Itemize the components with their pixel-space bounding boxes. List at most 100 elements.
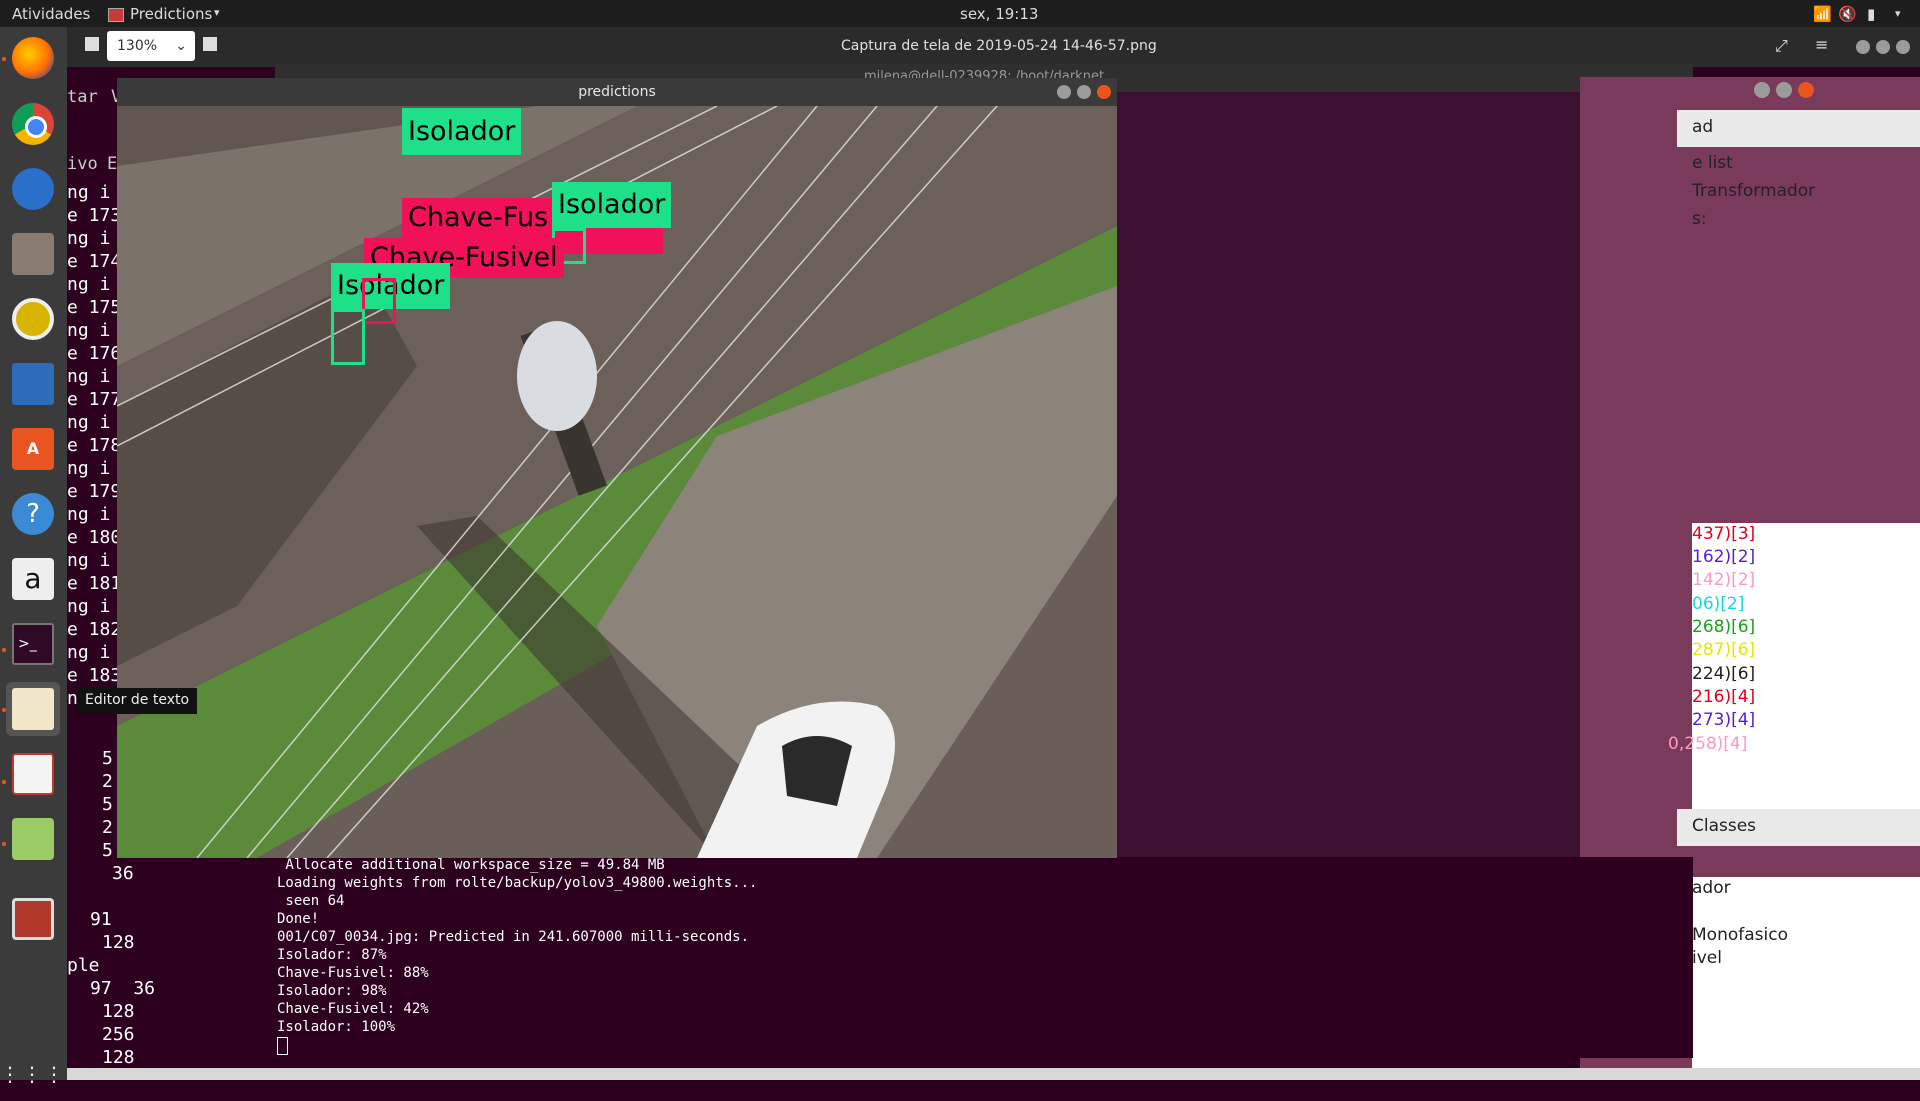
detection-box <box>362 278 396 324</box>
terminal-line: e 175 <box>67 297 122 318</box>
terminal-number: 97 36 <box>90 978 156 999</box>
terminal-line: ng i <box>67 550 111 571</box>
firefox-icon[interactable] <box>6 31 60 85</box>
maximize-button[interactable] <box>1876 40 1890 54</box>
chevron-down-icon[interactable]: ▾ <box>1895 7 1901 20</box>
terminal-number: 2 <box>102 771 113 792</box>
list-item[interactable]: 06)[2] <box>1692 594 1744 614</box>
app-menu[interactable]: Predictions <box>130 5 212 23</box>
list-item[interactable]: 224)[6] <box>1692 664 1755 684</box>
terminal-line: Isolador: 87% <box>277 947 387 963</box>
list-item[interactable]: 216)[4] <box>1692 687 1755 707</box>
detection-box <box>331 309 365 365</box>
close-button[interactable] <box>1097 85 1111 99</box>
terminal-line: Done! <box>277 911 320 927</box>
class-item[interactable]: ador <box>1692 878 1731 898</box>
panel-header <box>1677 110 1920 147</box>
wifi-icon[interactable]: 📶 <box>1813 5 1832 23</box>
chevron-down-icon: ⌄ <box>175 38 187 54</box>
terminal-line: ng i <box>67 412 111 433</box>
terminal-number: 256 <box>102 1024 135 1045</box>
terminal-line: ng i <box>67 228 111 249</box>
terminal-line: Allocate additional workspace_size = 49.… <box>277 857 665 873</box>
rhythmbox-icon[interactable] <box>6 292 60 346</box>
list-item[interactable]: 437)[3] <box>1692 524 1755 544</box>
prediction-image: Isolador Chave-Fus Isolador Chave-Fusive… <box>117 106 1117 858</box>
amazon-icon[interactable]: a <box>6 552 60 606</box>
panel-text: s: <box>1692 209 1707 229</box>
app-icon <box>108 8 124 22</box>
menu-partial: tar <box>67 87 98 107</box>
zoom-out-button[interactable] <box>85 37 99 51</box>
terminal-line: 001/C07_0034.jpg: Predicted in 241.60700… <box>277 929 750 945</box>
terminal-line: ng i <box>67 596 111 617</box>
list-item[interactable]: 287)[6] <box>1692 640 1755 660</box>
maximize-button[interactable] <box>1776 82 1792 98</box>
terminal-line: e 181 <box>67 573 122 594</box>
zoom-select[interactable]: 130% ⌄ <box>107 31 195 61</box>
thunderbird-icon[interactable] <box>6 162 60 216</box>
image-viewer-icon[interactable] <box>6 812 60 866</box>
chrome-icon[interactable] <box>6 97 60 151</box>
removable-icon[interactable] <box>6 892 60 946</box>
class-item[interactable]: Monofasico <box>1692 925 1788 945</box>
terminal-number: 2 <box>102 817 113 838</box>
image-viewer-header: 130% ⌄ Captura de tela de 2019-05-24 14-… <box>67 27 1920 67</box>
list-item[interactable]: 142)[2] <box>1692 570 1755 590</box>
maximize-button[interactable] <box>1077 85 1091 99</box>
minimize-button[interactable] <box>1057 85 1071 99</box>
terminal-line: ng i <box>67 458 111 479</box>
predictions-window: predictions Isolador Chave-Fus Isolador … <box>117 78 1117 858</box>
terminal-line: e 174 <box>67 251 122 272</box>
terminal-line: e 177 <box>67 389 122 410</box>
terminal-line: e 182 <box>67 619 122 640</box>
clock[interactable]: sex, 19:13 <box>960 5 1038 23</box>
terminal-line: e 176 <box>67 343 122 364</box>
terminal-line: ng i <box>67 504 111 525</box>
text-editor-icon[interactable] <box>6 682 60 736</box>
fullscreen-icon[interactable]: ⤢ <box>1775 36 1788 56</box>
terminal-line: ng i <box>67 366 111 387</box>
battery-icon[interactable]: ▮ <box>1867 5 1875 23</box>
viewer-title: Captura de tela de 2019-05-24 14-46-57.p… <box>841 38 1157 54</box>
list-item[interactable]: 0,258)[4] <box>1668 734 1747 754</box>
close-button[interactable] <box>1798 82 1814 98</box>
files-icon[interactable] <box>6 227 60 281</box>
close-button[interactable] <box>1896 40 1910 54</box>
horizontal-scrollbar[interactable] <box>67 1068 1920 1080</box>
chevron-down-icon[interactable]: ▾ <box>214 6 220 19</box>
terminal-output[interactable]: Allocate additional workspace_size = 49.… <box>275 857 1693 1058</box>
activities-button[interactable]: Atividades <box>12 5 90 23</box>
list-item[interactable]: 268)[6] <box>1692 617 1755 637</box>
terminal-line: e 179 <box>67 481 122 502</box>
app-grid-icon[interactable]: ⋮⋮⋮ <box>0 1047 64 1101</box>
terminal-number: 36 <box>112 863 134 884</box>
terminal-line: e 180 <box>67 527 122 548</box>
menu-partial: ivo <box>67 154 98 174</box>
terminal-number: ple <box>67 955 100 976</box>
software-icon[interactable]: A <box>6 422 60 476</box>
writer-icon[interactable] <box>6 357 60 411</box>
terminal-line: seen 64 <box>277 893 345 909</box>
terminal-icon[interactable]: >_ <box>6 617 60 671</box>
list-item[interactable]: 162)[2] <box>1692 547 1755 567</box>
menu-icon[interactable]: ≡ <box>1815 35 1828 54</box>
terminal-line: Isolador: 98% <box>277 983 387 999</box>
classes-header-label: Classes <box>1692 816 1757 836</box>
terminal-line: ng i <box>67 274 111 295</box>
help-icon[interactable]: ? <box>6 487 60 541</box>
terminal-line: e 173 <box>67 205 122 226</box>
evince-icon[interactable] <box>6 747 60 801</box>
volume-icon[interactable]: 🔇 <box>1838 5 1857 23</box>
minimize-button[interactable] <box>1754 82 1770 98</box>
terminal-line: Loading weights from rolte/backup/yolov3… <box>277 875 758 891</box>
list-item[interactable]: 273)[4] <box>1692 710 1755 730</box>
classes-list[interactable] <box>1692 877 1920 1080</box>
predictions-title: predictions <box>117 78 1117 106</box>
panel-text: e list <box>1692 153 1733 173</box>
minimize-button[interactable] <box>1856 40 1870 54</box>
terminal-number: 128 <box>102 1047 135 1068</box>
terminal-number: 5 <box>102 794 113 815</box>
class-item[interactable]: ivel <box>1692 948 1722 968</box>
zoom-in-button[interactable] <box>203 37 217 51</box>
